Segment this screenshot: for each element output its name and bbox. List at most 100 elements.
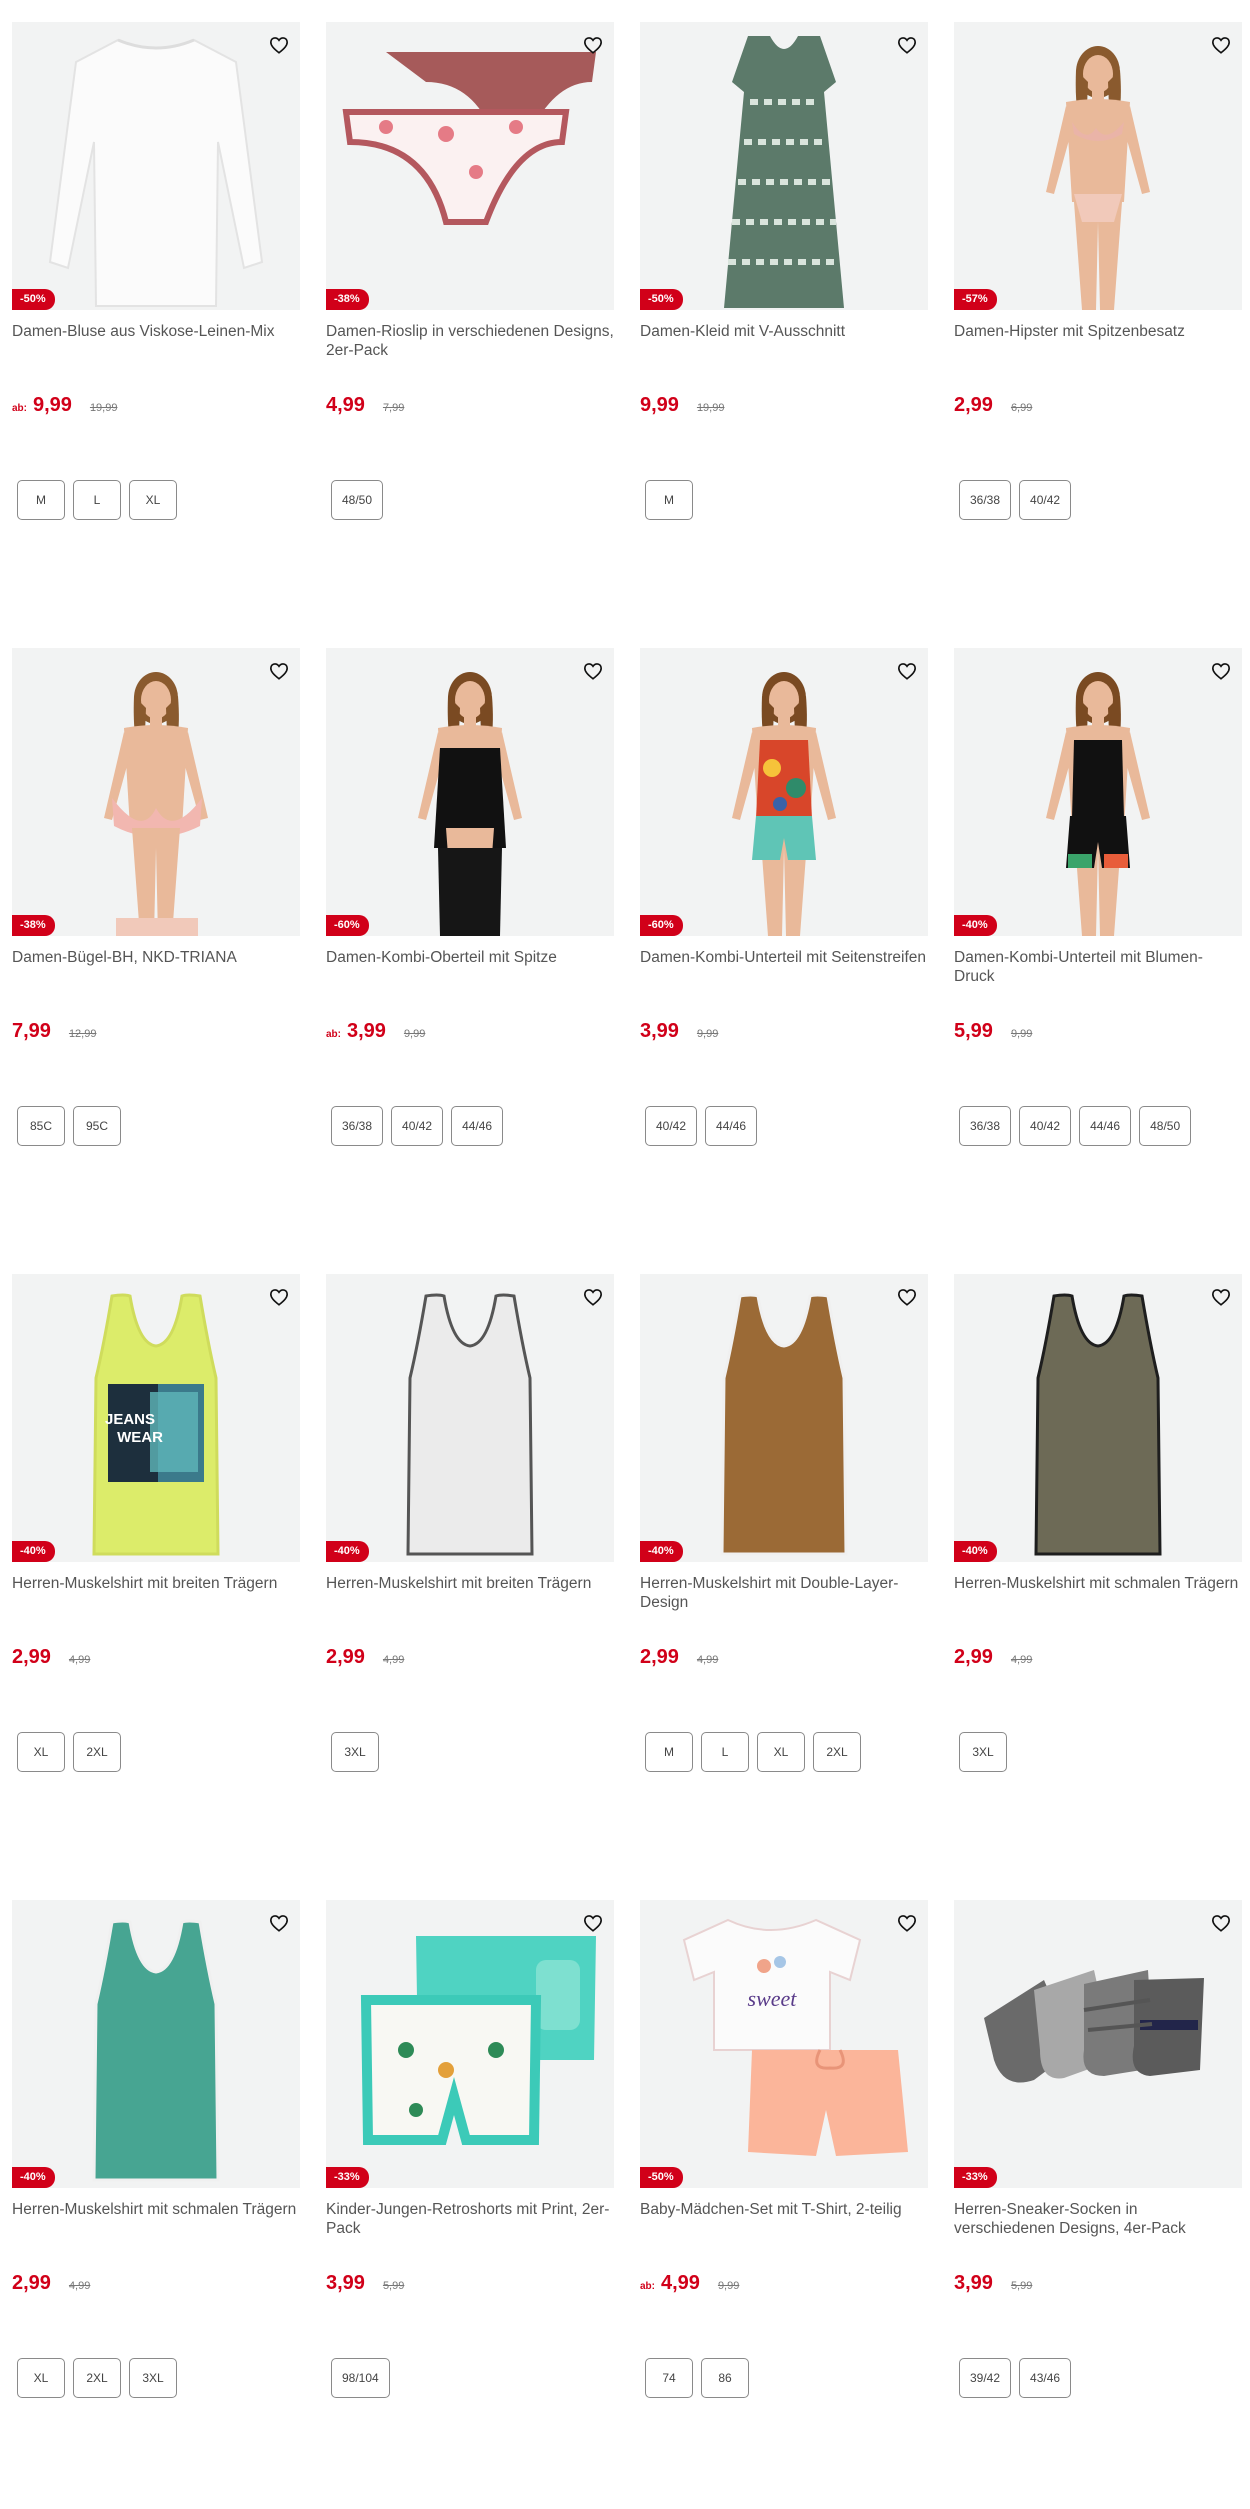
size-option[interactable]: 2XL: [73, 2358, 121, 2398]
size-option[interactable]: L: [701, 1732, 749, 1772]
product-card[interactable]: -38% Damen-Rioslip in verschiedenen Desi…: [326, 22, 614, 648]
favorite-heart-icon[interactable]: [266, 1910, 292, 1936]
product-card[interactable]: -50% Damen-Bluse aus Viskose-Leinen-Mix …: [12, 22, 300, 648]
product-card[interactable]: -57% Damen-Hipster mit Spitzenbesatz 2,9…: [954, 22, 1242, 648]
size-option[interactable]: 44/46: [1079, 1106, 1132, 1146]
product-image[interactable]: -50%: [12, 22, 300, 310]
size-option[interactable]: 2XL: [813, 1732, 861, 1772]
product-card[interactable]: -50% Damen-Kleid mit V-Ausschnitt 9,99 1…: [640, 22, 928, 648]
product-card[interactable]: JEANS WEAR -40% Herren-Muskelshirt mit b…: [12, 1274, 300, 1900]
product-image[interactable]: -40%: [326, 1274, 614, 1562]
product-image[interactable]: -38%: [326, 22, 614, 310]
size-option[interactable]: M: [645, 1732, 693, 1772]
product-card[interactable]: -38% Damen-Bügel-BH, NKD-TRIANA 7,99 12,…: [12, 648, 300, 1274]
size-option[interactable]: XL: [757, 1732, 805, 1772]
size-option[interactable]: 39/42: [959, 2358, 1012, 2398]
size-option[interactable]: 48/50: [331, 480, 384, 520]
size-option[interactable]: 3XL: [959, 1732, 1007, 1772]
size-option[interactable]: 36/38: [959, 480, 1012, 520]
product-title[interactable]: Damen-Hipster mit Spitzenbesatz: [954, 322, 1242, 362]
size-option[interactable]: 48/50: [1139, 1106, 1192, 1146]
size-option[interactable]: 98/104: [331, 2358, 390, 2398]
product-title[interactable]: Herren-Muskelshirt mit Double-Layer-Desi…: [640, 1574, 928, 1614]
favorite-heart-icon[interactable]: [1208, 1910, 1234, 1936]
product-title[interactable]: Herren-Muskelshirt mit schmalen Trägern: [12, 2200, 300, 2240]
size-option[interactable]: XL: [17, 1732, 65, 1772]
favorite-heart-icon[interactable]: [580, 1910, 606, 1936]
product-title[interactable]: Damen-Rioslip in verschiedenen Designs, …: [326, 322, 614, 362]
favorite-heart-icon[interactable]: [1208, 32, 1234, 58]
size-option[interactable]: L: [73, 480, 121, 520]
current-price: 2,99: [954, 1646, 993, 1668]
product-title[interactable]: Herren-Muskelshirt mit breiten Trägern: [326, 1574, 614, 1614]
size-option[interactable]: 3XL: [129, 2358, 177, 2398]
product-title[interactable]: Baby-Mädchen-Set mit T-Shirt, 2-teilig: [640, 2200, 928, 2240]
product-card[interactable]: -40% Herren-Muskelshirt mit Double-Layer…: [640, 1274, 928, 1900]
size-option[interactable]: XL: [17, 2358, 65, 2398]
size-option[interactable]: 36/38: [959, 1106, 1012, 1146]
product-card[interactable]: -40% Herren-Muskelshirt mit schmalen Trä…: [954, 1274, 1242, 1900]
size-option[interactable]: 36/38: [331, 1106, 384, 1146]
size-option[interactable]: 40/42: [391, 1106, 444, 1146]
product-image[interactable]: -33%: [954, 1900, 1242, 2188]
product-title[interactable]: Herren-Muskelshirt mit breiten Trägern: [12, 1574, 300, 1614]
favorite-heart-icon[interactable]: [580, 658, 606, 684]
product-image[interactable]: -40%: [954, 1274, 1242, 1562]
favorite-heart-icon[interactable]: [266, 1284, 292, 1310]
size-option[interactable]: M: [645, 480, 693, 520]
product-title[interactable]: Damen-Bluse aus Viskose-Leinen-Mix: [12, 322, 300, 362]
product-image[interactable]: -40%: [12, 1900, 300, 2188]
product-image[interactable]: -50%: [640, 22, 928, 310]
product-title[interactable]: Herren-Muskelshirt mit schmalen Trägern: [954, 1574, 1242, 1614]
favorite-heart-icon[interactable]: [894, 1284, 920, 1310]
favorite-heart-icon[interactable]: [580, 1284, 606, 1310]
product-card[interactable]: -33% Kinder-Jungen-Retroshorts mit Print…: [326, 1900, 614, 2509]
favorite-heart-icon[interactable]: [894, 32, 920, 58]
size-option[interactable]: 74: [645, 2358, 693, 2398]
product-title[interactable]: Damen-Kleid mit V-Ausschnitt: [640, 322, 928, 362]
product-image[interactable]: -60%: [326, 648, 614, 936]
product-title[interactable]: Damen-Bügel-BH, NKD-TRIANA: [12, 948, 300, 988]
size-option[interactable]: 44/46: [705, 1106, 758, 1146]
product-image[interactable]: sweet -50%: [640, 1900, 928, 2188]
product-title[interactable]: Kinder-Jungen-Retroshorts mit Print, 2er…: [326, 2200, 614, 2240]
product-card[interactable]: -33% Herren-Sneaker-Socken in verschiede…: [954, 1900, 1242, 2509]
size-option[interactable]: 95C: [73, 1106, 121, 1146]
size-option[interactable]: 3XL: [331, 1732, 379, 1772]
product-card[interactable]: -40% Herren-Muskelshirt mit schmalen Trä…: [12, 1900, 300, 2509]
favorite-heart-icon[interactable]: [266, 658, 292, 684]
favorite-heart-icon[interactable]: [894, 658, 920, 684]
product-card[interactable]: -60% Damen-Kombi-Oberteil mit Spitze ab:…: [326, 648, 614, 1274]
favorite-heart-icon[interactable]: [1208, 1284, 1234, 1310]
favorite-heart-icon[interactable]: [1208, 658, 1234, 684]
product-image[interactable]: -60%: [640, 648, 928, 936]
product-image[interactable]: JEANS WEAR -40%: [12, 1274, 300, 1562]
current-price: 2,99: [326, 1646, 365, 1668]
size-option[interactable]: 40/42: [645, 1106, 698, 1146]
size-option[interactable]: 86: [701, 2358, 749, 2398]
size-option[interactable]: 40/42: [1019, 1106, 1072, 1146]
size-option[interactable]: XL: [129, 480, 177, 520]
size-option[interactable]: 85C: [17, 1106, 65, 1146]
product-image[interactable]: -40%: [954, 648, 1242, 936]
size-option[interactable]: 40/42: [1019, 480, 1072, 520]
product-title[interactable]: Herren-Sneaker-Socken in verschiedenen D…: [954, 2200, 1242, 2240]
favorite-heart-icon[interactable]: [266, 32, 292, 58]
product-title[interactable]: Damen-Kombi-Unterteil mit Blumen-Druck: [954, 948, 1242, 988]
product-image[interactable]: -33%: [326, 1900, 614, 2188]
size-option[interactable]: 44/46: [451, 1106, 504, 1146]
product-image[interactable]: -57%: [954, 22, 1242, 310]
favorite-heart-icon[interactable]: [894, 1910, 920, 1936]
product-card[interactable]: -40% Damen-Kombi-Unterteil mit Blumen-Dr…: [954, 648, 1242, 1274]
size-option[interactable]: 43/46: [1019, 2358, 1072, 2398]
product-title[interactable]: Damen-Kombi-Unterteil mit Seitenstreifen: [640, 948, 928, 988]
product-card[interactable]: sweet -50% Baby-Mädchen-Set mit T-Shirt,…: [640, 1900, 928, 2509]
product-card[interactable]: -60% Damen-Kombi-Unterteil mit Seitenstr…: [640, 648, 928, 1274]
size-option[interactable]: 2XL: [73, 1732, 121, 1772]
size-option[interactable]: M: [17, 480, 65, 520]
product-title[interactable]: Damen-Kombi-Oberteil mit Spitze: [326, 948, 614, 988]
favorite-heart-icon[interactable]: [580, 32, 606, 58]
product-card[interactable]: -40% Herren-Muskelshirt mit breiten Träg…: [326, 1274, 614, 1900]
product-image[interactable]: -40%: [640, 1274, 928, 1562]
product-image[interactable]: -38%: [12, 648, 300, 936]
